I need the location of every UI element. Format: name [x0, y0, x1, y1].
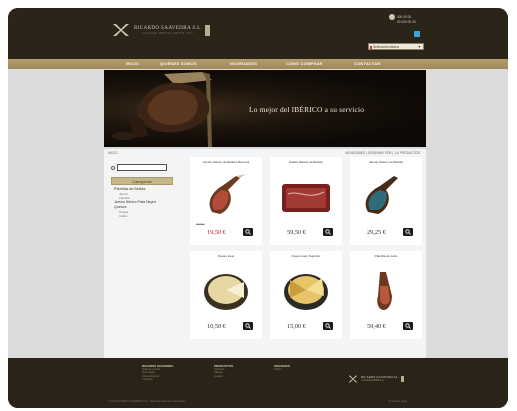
main-nav: INICIO QUIÉNES SOMOS NOVEDADES CÓMO COMP… [8, 59, 508, 69]
language-selected: Seleccione idioma [373, 45, 399, 49]
footer-link[interactable]: Contacto [142, 378, 173, 381]
product-price: 29,25 € [367, 229, 386, 236]
brand-badge [205, 24, 211, 36]
product-name[interactable]: Jamón Ibérico de Bellota Reserva [190, 160, 262, 164]
twitter-icon[interactable] [414, 31, 420, 37]
product-name[interactable]: Queso viejo Superior [270, 254, 342, 258]
product-card[interactable]: Queso viejo Superior 15,00 € [270, 251, 342, 339]
magnifier-icon [325, 229, 331, 235]
magnifier-icon [405, 229, 411, 235]
add-to-cart-button[interactable] [323, 228, 333, 236]
product-image[interactable] [358, 266, 414, 314]
product-name[interactable]: Paletilla de cebo [350, 254, 422, 258]
footer-col-company: RICARDO SAAVEDRA Quiénes somos Aviso leg… [142, 364, 173, 382]
page-body: Lo mejor del IBÉRICO a su servicio INICI… [8, 69, 508, 358]
payments-text: Formas de pago [388, 400, 407, 403]
product-name[interactable]: Queso viejo [190, 254, 262, 258]
contact-line-2: 00 000 00 00 [397, 20, 416, 24]
brand-tagline: CALIDAD IBÉRICA DESDE 1961 [142, 31, 194, 35]
browser-frame: RICARDO SAAVEDRA S.L. CALIDAD IBÉRICA DE… [8, 8, 508, 408]
banner-text: Lo mejor del IBÉRICO a su servicio [249, 105, 365, 114]
product-image[interactable] [198, 266, 254, 314]
product-card[interactable]: Jamón Ibérico de Bellota Reserva 20,00 €… [190, 157, 262, 245]
old-price: 20,00 € [196, 223, 205, 226]
phone-icon [389, 14, 395, 20]
footer-col-social: SÍGUENOS Twitter [274, 364, 290, 371]
copyright: © 2013 RICARDO SAAVEDRA S.L. Todos los d… [108, 400, 186, 403]
product-image[interactable] [278, 172, 334, 220]
product-price: 59,50 € [287, 229, 306, 236]
subcategory-cabra[interactable]: Cabra [111, 214, 173, 218]
nav-item-novedades[interactable]: NOVEDADES [230, 61, 257, 66]
chevron-down-icon: ▼ [417, 45, 421, 49]
hero-banner: Lo mejor del IBÉRICO a su servicio [104, 70, 426, 147]
category-sidebar: Categorías Paletillas de Bellota Jamón P… [111, 177, 173, 218]
nav-item-como-comprar[interactable]: CÓMO COMPRAR [286, 61, 323, 66]
catalog-content: INICIO NOVEDADES | ORDENAR POR | 1-6 PRO… [104, 149, 426, 358]
magnifier-icon [325, 323, 331, 329]
sort-bar[interactable]: NOVEDADES | ORDENAR POR | 1-6 PRODUCTOS [345, 151, 420, 155]
magnifier-icon [245, 229, 251, 235]
product-price: 19,50 € [207, 229, 226, 236]
site-header: RICARDO SAAVEDRA S.L. CALIDAD IBÉRICA DE… [8, 8, 508, 59]
product-name[interactable]: Paleta Ibérica de Bellota [270, 160, 342, 164]
product-price: 15,00 € [287, 323, 306, 330]
site-footer: RICARDO SAAVEDRA Quiénes somos Aviso leg… [8, 358, 508, 408]
footer-logo: RICARDO SAAVEDRA S.L. CALIDAD IBÉRICA [348, 374, 405, 384]
magnifier-icon [245, 323, 251, 329]
product-card[interactable]: Paleta Ibérica de Bellota 59,50 € [270, 157, 342, 245]
product-image[interactable] [358, 172, 414, 220]
add-to-cart-button[interactable] [403, 322, 413, 330]
add-to-cart-button[interactable] [323, 322, 333, 330]
nav-item-inicio[interactable]: INICIO [126, 61, 139, 66]
magnifier-icon [405, 323, 411, 329]
footer-link[interactable]: Quesos [214, 375, 233, 378]
flag-icon [370, 46, 372, 49]
site-logo[interactable]: RICARDO SAAVEDRA S.L. CALIDAD IBÉRICA DE… [112, 21, 211, 39]
language-select[interactable]: Seleccione idioma ▼ [368, 43, 424, 50]
product-card[interactable]: Jamón Ibérico de Bellota 29,25 € [350, 157, 422, 245]
footer-link[interactable]: Twitter [274, 368, 290, 371]
brand-icon [348, 375, 358, 383]
product-price: 59,40 € [367, 323, 386, 330]
add-to-cart-button[interactable] [403, 228, 413, 236]
contact-line-1: 000 00 00 [397, 15, 412, 19]
categories-header: Categorías [111, 177, 173, 185]
nav-item-contactar[interactable]: CONTACTAR [354, 61, 381, 66]
product-card[interactable]: Paletilla de cebo 59,40 € [350, 251, 422, 339]
search-box [111, 164, 167, 171]
product-image[interactable] [278, 266, 334, 314]
footer-col-products: PRODUCTOS Jamones Paletas Quesos [214, 364, 233, 378]
add-to-cart-button[interactable] [243, 228, 253, 236]
breadcrumb: INICIO NOVEDADES | ORDENAR POR | 1-6 PRO… [104, 150, 426, 156]
product-price: 10,50 € [207, 323, 226, 330]
product-name[interactable]: Jamón Ibérico de Bellota [350, 160, 422, 164]
add-to-cart-button[interactable] [243, 322, 253, 330]
product-card[interactable]: Queso viejo 10,50 € [190, 251, 262, 339]
contact-info: 000 00 00 00 000 00 00 [389, 14, 429, 24]
brand-badge [401, 376, 405, 382]
search-input[interactable] [117, 164, 167, 171]
footer-brand-tagline: CALIDAD IBÉRICA [361, 379, 384, 382]
nav-item-quienes-somos[interactable]: QUIÉNES SOMOS [160, 61, 197, 66]
product-image[interactable] [198, 172, 254, 220]
brand-icon [112, 21, 130, 39]
search-icon[interactable] [111, 165, 115, 170]
breadcrumb-home[interactable]: INICIO [108, 151, 118, 155]
